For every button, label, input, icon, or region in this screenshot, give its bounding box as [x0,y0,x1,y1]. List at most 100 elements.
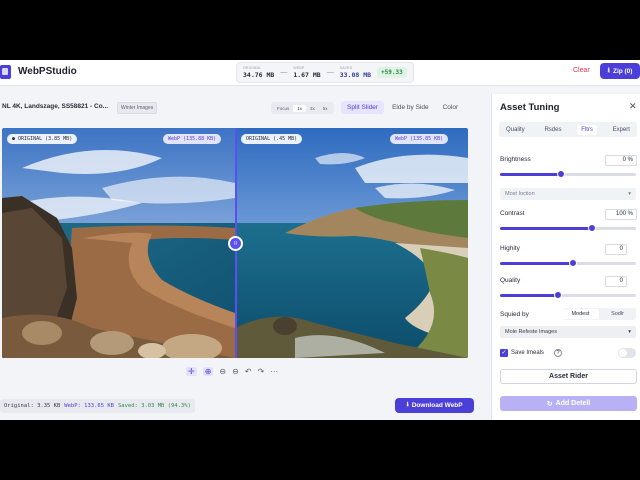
more-icon[interactable]: ··· [270,367,278,376]
zip-button-label: Zip (0) [612,67,633,75]
save-label: Save Imeals [511,350,545,356]
brightness-label: Brightness [500,156,531,163]
app-title: WebPStudio [18,66,77,77]
seg-option-sodlr[interactable]: Sodlr [599,309,636,319]
quality-input[interactable]: 0 [605,276,627,287]
highity-label: Highity [500,245,520,252]
brightness-slider[interactable] [500,170,636,178]
view-mode-tabs: Split Slider Elde by Side Color [341,100,464,115]
webp-size-label: WebP (135.88 KB) [163,134,222,144]
contrast-input[interactable]: 100 % [605,209,637,220]
saved-stat-label: SAVED [339,65,353,70]
slider-knob[interactable] [557,170,566,178]
slider-fill [500,227,593,230]
saved-stat-value: 33.08 MB [339,71,372,79]
size-stats: ORIGINAL 34.76 MB — WEBP 1.67 MB — SAVED… [236,62,414,83]
highity-input[interactable]: 0 [605,244,627,255]
zoom-out-icon[interactable]: ⊖ [219,367,226,376]
top-bar: WebPStudio ORIGINAL 34.76 MB — WEBP 1.67… [0,60,640,86]
slider-fill [500,173,562,176]
preset-select[interactable]: Most Ioction ▾ [500,188,636,200]
footer-saved-size: Saved: 3.03 MB (94.3%) [117,403,191,409]
webp-image [235,128,468,358]
download-icon: ⭳ [406,401,409,408]
panel-tabs: Quality Rsdes Fltrs Expert [499,122,637,137]
quality-label: Quality [500,277,521,284]
quality-slider[interactable] [500,291,636,299]
file-name: NL 4K, Landszage, SS58821 - Co... [2,103,109,110]
image-controls: ✛ ⊕ ⊖ ⊖ ↶ ↷ ··· [186,367,278,376]
help-icon[interactable]: ? [554,349,562,357]
stat-separator: — [326,69,334,76]
zoom-out-icon[interactable]: ⊖ [232,367,239,376]
app-window: WebPStudio ORIGINAL 34.76 MB — WEBP 1.67… [0,60,640,420]
tab-color[interactable]: Color [437,101,465,114]
webp-stat-value: 1.67 MB [293,71,321,79]
original-size-label: ORIGINAL (.45 MB) [241,134,303,144]
brightness-input[interactable]: 0 % [605,155,637,166]
highity-slider[interactable] [500,259,636,267]
tab-side-by-side[interactable]: Elde by Side [386,101,435,114]
webp-stat: WEBP 1.67 MB [293,65,321,79]
close-icon[interactable]: ✕ [629,101,637,112]
images-select[interactable]: Mole Refeste Images ▾ [500,326,636,338]
image-comparison[interactable]: II ● ORIGINAL (3.85 MB) WebP (135.88 KB)… [2,128,468,358]
slider-knob[interactable] [554,291,563,299]
move-icon[interactable]: ✛ [186,367,197,376]
download-webp-button[interactable]: ⭳ Download WebP [395,398,474,413]
original-image [2,128,235,358]
clear-button[interactable]: Clear [573,67,590,74]
add-detail-button[interactable]: ↻ Add Detell [500,396,637,411]
webp-size-label: WebP (135.85 KB) [390,134,449,144]
split-slider-handle[interactable]: II [228,236,243,251]
original-stat: ORIGINAL 34.76 MB [243,65,275,79]
refresh-icon: ↻ [546,400,553,408]
asset-tuning-panel: Asset Tuning ✕ Quality Rsdes Fltrs Exper… [491,94,640,420]
contrast-slider[interactable] [500,224,636,232]
images-select-value: Mole Refeste Images [505,329,557,335]
contrast-label: Contrast [500,210,525,217]
saved-stat: SAVED 33.08 MB [339,65,372,79]
footer-original-size: Original: 3.35 KB [4,403,61,409]
add-detail-label: Add Detell [555,400,591,407]
save-checkbox[interactable]: ✓ [500,349,508,357]
zoom-option[interactable]: Focus [273,105,293,112]
original-stat-label: ORIGINAL [243,65,262,70]
logo-icon [0,65,11,79]
zoom-option[interactable]: 5x [319,105,332,112]
download-webp-label: Download WebP [411,402,463,409]
original-size-label: ● ORIGINAL (3.85 MB) [7,134,78,144]
squied-by-toggle: Modest Sodlr [562,308,636,320]
seg-option-modest[interactable]: Modest [562,309,599,319]
preset-select-value: Most Ioction [505,191,535,197]
save-toggle[interactable] [618,348,636,358]
panel-title: Asset Tuning [500,102,560,113]
original-stat-value: 34.76 MB [243,71,275,79]
footer-webp-size: WebP: 133.65 KB [64,403,114,409]
slider-fill [500,294,559,297]
tab-expert[interactable]: Expert [609,125,634,135]
saved-percent-badge: +59.33 [377,67,407,78]
slider-knob[interactable] [588,224,597,232]
download-icon: ⭳ [607,66,610,74]
zoom-level-group: Focus 1x 3x 5x [271,102,334,114]
collection-badge[interactable]: Winter Images [117,102,158,114]
chevron-down-icon: ▾ [628,329,631,335]
stat-separator: — [280,69,288,76]
squied-by-label: Squied by [500,311,529,318]
zoom-in-icon[interactable]: ⊕ [202,367,214,376]
asset-rider-button[interactable]: Asset Rider [500,369,637,384]
tab-rsdes[interactable]: Rsdes [540,125,565,135]
slider-knob[interactable] [569,259,578,267]
webp-stat-label: WEBP [293,65,305,70]
zoom-option[interactable]: 3x [306,105,319,112]
download-zip-button[interactable]: ⭳ Zip (0) [600,63,640,79]
undo-icon[interactable]: ↶ [245,367,252,376]
slider-fill [500,262,574,265]
footer-stats: Original: 3.35 KB WebP: 133.65 KB Saved:… [0,399,195,413]
redo-icon[interactable]: ↷ [258,367,265,376]
tab-quality[interactable]: Quality [502,125,529,135]
tab-fltrs[interactable]: Fltrs [577,124,597,135]
tab-split-slider[interactable]: Split Slider [341,101,385,114]
zoom-option[interactable]: 1x [293,104,307,112]
